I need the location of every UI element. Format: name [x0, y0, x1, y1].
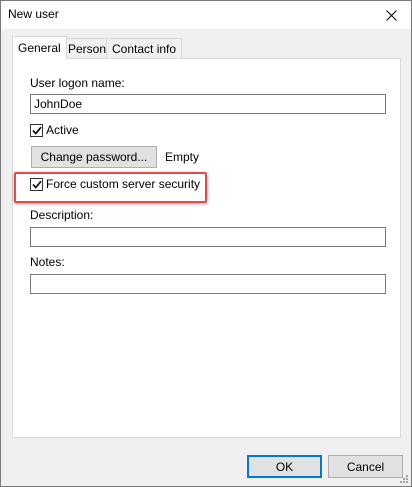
- size-grip-icon[interactable]: [397, 472, 409, 484]
- tab-person-label: Person: [68, 42, 107, 56]
- notes-field[interactable]: [30, 274, 386, 294]
- logon-name-field[interactable]: JohnDoe: [30, 94, 386, 114]
- close-icon: [385, 9, 397, 21]
- change-password-button[interactable]: Change password...: [31, 146, 157, 168]
- tab-general[interactable]: General: [12, 36, 67, 59]
- ok-button[interactable]: OK: [247, 455, 322, 478]
- password-status: Empty: [165, 150, 200, 164]
- tab-general-label: General: [18, 41, 61, 55]
- cancel-button-label: Cancel: [346, 459, 385, 474]
- active-checkbox[interactable]: Active: [30, 123, 79, 137]
- change-password-label: Change password...: [40, 150, 148, 164]
- tab-contact-info[interactable]: Contact info: [106, 38, 183, 58]
- logon-name-label: User logon name:: [30, 76, 125, 90]
- general-tab-panel: User logon name: JohnDoe Active Change p…: [12, 58, 401, 438]
- description-label: Description:: [30, 208, 94, 222]
- window-title: New user: [8, 7, 59, 21]
- ok-button-label: OK: [275, 459, 294, 474]
- title-bar: New user: [1, 1, 411, 29]
- active-label: Active: [46, 123, 79, 137]
- new-user-dialog: New user General Person Contact info Use…: [0, 0, 412, 487]
- tab-person[interactable]: Person: [62, 38, 113, 58]
- active-checkbox-box[interactable]: [30, 123, 43, 137]
- description-field[interactable]: [30, 227, 386, 247]
- checkmark-icon: [31, 126, 42, 135]
- tab-contact-info-label: Contact info: [112, 42, 177, 56]
- annotation-highlight-box: [14, 172, 207, 203]
- cancel-button[interactable]: Cancel: [328, 455, 403, 478]
- notes-label: Notes:: [30, 255, 65, 269]
- close-button[interactable]: [371, 1, 411, 29]
